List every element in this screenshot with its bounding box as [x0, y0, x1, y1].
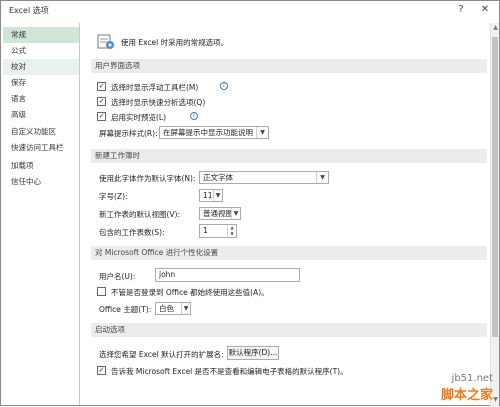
default-programs-button[interactable]: 默认程序(D)... — [227, 346, 279, 360]
general-options-icon — [97, 34, 114, 49]
section-ui-options: 用户界面选项 — [91, 59, 487, 73]
always-use-checkbox[interactable] — [97, 287, 106, 296]
scroll-thumb[interactable] — [492, 37, 498, 337]
screentip-label: 屏幕提示样式(R): — [99, 129, 158, 138]
info-icon: i — [190, 112, 198, 120]
quick-analysis-label: 选择时显示快速分析选项(Q) — [111, 98, 206, 107]
close-button[interactable]: ✕ — [475, 1, 495, 19]
sidebar-item-save[interactable]: 保存 — [3, 75, 79, 91]
sidebar: 常规 公式 校对 保存 语言 高级 自定义功能区 快速访问工具栏 加载项 信任中… — [3, 23, 80, 405]
spin-down-icon[interactable]: ▼ — [228, 231, 236, 237]
sidebar-item-quick-access[interactable]: 快速访问工具栏 — [3, 140, 79, 156]
sidebar-item-advanced[interactable]: 高级 — [3, 107, 79, 123]
mini-toolbar-checkbox[interactable]: ✓ — [97, 82, 106, 91]
chevron-down-icon: ▼ — [213, 190, 222, 201]
title-bar: Excel 选项 ? ✕ — [1, 1, 499, 19]
sidebar-item-trust-center[interactable]: 信任中心 — [3, 174, 79, 190]
section-new-workbook: 新建工作簿时 — [91, 149, 487, 163]
chevron-down-icon: ▼ — [316, 172, 328, 183]
sidebar-item-language[interactable]: 语言 — [3, 91, 79, 107]
theme-dropdown[interactable]: 白色 ▼ — [155, 302, 191, 315]
font-size-label: 字号(Z): — [99, 192, 128, 201]
username-label: 用户名(U): — [99, 272, 136, 281]
live-preview-checkbox[interactable]: ✓ — [97, 112, 106, 121]
sidebar-item-add-ins[interactable]: 加载项 — [3, 158, 79, 174]
vertical-scrollbar[interactable]: ▲ ▼ — [490, 23, 499, 407]
sidebar-item-general[interactable]: 常规 — [3, 27, 79, 43]
theme-label: Office 主题(T): — [99, 305, 152, 314]
font-dropdown[interactable]: 正文字体 ▼ — [199, 171, 329, 184]
sidebar-item-formulas[interactable]: 公式 — [3, 43, 79, 59]
sidebar-item-proofing[interactable]: 校对 — [3, 59, 79, 75]
font-label: 使用此字体作为默认字体(N): — [99, 174, 196, 183]
watermark-logo: 脚本之家 — [440, 388, 493, 403]
live-preview-label: 启用实时预览(L) — [111, 113, 167, 122]
mini-toolbar-label: 选择时显示浮动工具栏(M) — [111, 83, 199, 92]
sheet-count-value: 1 — [203, 226, 208, 235]
notify-default-checkbox[interactable]: ✓ — [97, 366, 106, 375]
default-view-label: 新工作表的默认视图(V): — [99, 210, 181, 219]
info-icon: i — [220, 82, 228, 90]
chevron-down-icon: ▼ — [181, 303, 190, 314]
watermark: jb51.net 脚本之家 — [441, 373, 493, 403]
screentip-dropdown[interactable]: 在屏幕提示中显示功能说明 ▼ — [159, 126, 269, 139]
chevron-down-icon: ▼ — [231, 208, 240, 219]
font-size-dropdown[interactable]: 11 ▼ — [199, 189, 223, 202]
quick-analysis-checkbox[interactable]: ✓ — [97, 97, 106, 106]
options-window: Excel 选项 ? ✕ 常规 公式 校对 保存 语言 高级 自定义功能区 快速… — [0, 0, 500, 407]
section-startup: 启动选项 — [91, 323, 487, 337]
font-size-value: 11 — [203, 191, 213, 200]
notify-default-label: 告诉我 Microsoft Excel 是否不是查看和编辑电子表格的默认程序(T… — [111, 367, 348, 376]
sheet-count-label: 包含的工作表数(S): — [99, 228, 165, 237]
watermark-url: jb51.net — [451, 373, 493, 384]
window-title: Excel 选项 — [9, 6, 49, 15]
content-pane: 使用 Excel 时采用的常规选项。 用户界面选项 ✓ 选择时显示浮动工具栏(M… — [83, 23, 489, 407]
default-view-value: 普通视图 — [203, 209, 233, 218]
chevron-down-icon: ▼ — [256, 127, 268, 138]
screentip-value: 在屏幕提示中显示功能说明 — [163, 128, 253, 137]
help-button[interactable]: ? — [451, 1, 471, 19]
username-input[interactable]: john — [155, 268, 300, 282]
sidebar-item-customize-ribbon[interactable]: 自定义功能区 — [3, 124, 79, 140]
sheet-count-stepper[interactable]: 1 ▲ ▼ — [199, 224, 237, 238]
default-view-dropdown[interactable]: 普通视图 ▼ — [199, 207, 241, 220]
font-value: 正文字体 — [203, 173, 233, 182]
theme-value: 白色 — [159, 304, 174, 313]
scroll-up-icon[interactable]: ▲ — [491, 23, 500, 32]
extensions-label: 选择您希望 Excel 默认打开的扩展名: — [99, 350, 224, 359]
section-personalize: 对 Microsoft Office 进行个性化设置 — [91, 246, 487, 260]
spinner[interactable]: ▲ ▼ — [227, 225, 236, 237]
always-use-label: 不管是否登录到 Office 都始终使用这些值(A)。 — [111, 288, 269, 297]
header-text: 使用 Excel 时采用的常规选项。 — [121, 38, 229, 47]
